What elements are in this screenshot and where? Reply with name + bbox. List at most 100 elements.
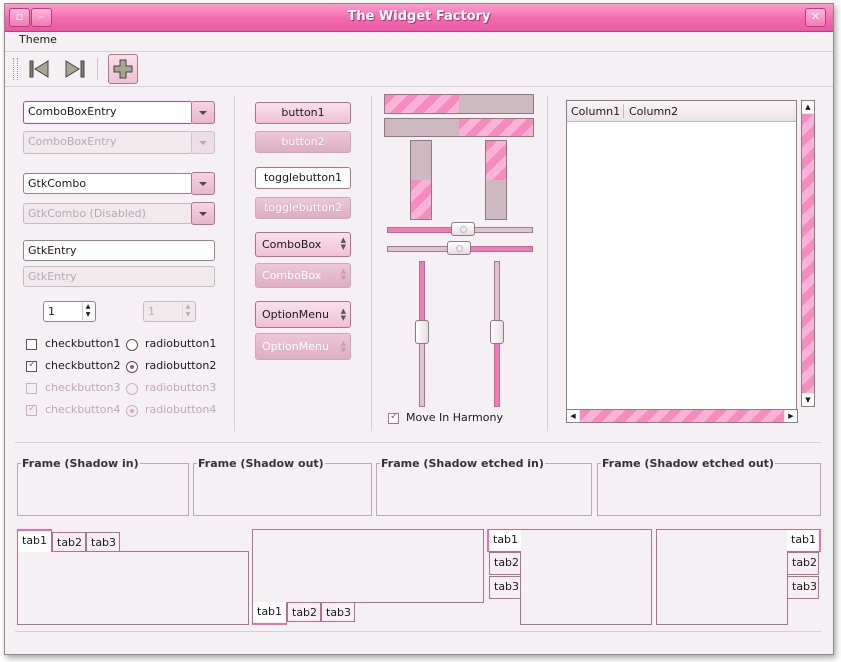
menu-theme[interactable]: Theme <box>19 33 57 46</box>
spin-down-icon: ▼ <box>185 311 191 318</box>
separator <box>15 442 821 443</box>
vscale-1-handle[interactable] <box>415 320 429 344</box>
combobox-entry[interactable]: ComboBoxEntry <box>23 101 193 124</box>
chevron-down-icon <box>199 110 207 115</box>
scroll-down-icon[interactable]: ▼ <box>802 394 814 406</box>
radiobutton3-circle <box>126 383 138 395</box>
optionmenu-disabled-label: OptionMenu <box>262 340 329 353</box>
checkbutton1-box[interactable] <box>26 339 37 350</box>
hscale-2-handle[interactable] <box>447 241 471 255</box>
column1-header[interactable]: Column1 <box>571 105 620 118</box>
notebook-bottom-tab3[interactable]: tab3 <box>321 602 355 622</box>
scroll-up-icon[interactable]: ▲ <box>802 101 814 113</box>
optionmenu-disabled: OptionMenu ▲ ▼ <box>255 333 351 360</box>
combobox-label: ComboBox <box>262 238 322 251</box>
radiobutton4-label: radiobutton4 <box>145 403 217 416</box>
notebook-top-tab3[interactable]: tab3 <box>86 532 120 552</box>
gtkcombo-disabled-entry: GtkCombo (Disabled) <box>23 203 193 224</box>
checkmark-icon: ✓ <box>390 411 399 422</box>
button1[interactable]: button1 <box>255 102 351 124</box>
gtkcombo-dropdown[interactable] <box>191 172 215 195</box>
notebook-left-tab2[interactable]: tab2 <box>489 552 521 575</box>
optionmenu-label: OptionMenu <box>262 308 329 321</box>
gtkcombo-disabled-dropdown <box>191 202 215 225</box>
column2-header[interactable]: Column2 <box>629 105 678 118</box>
optionmenu[interactable]: OptionMenu ▲ ▼ <box>255 301 351 328</box>
notebook-bottom-tab2[interactable]: tab2 <box>287 602 321 622</box>
spin-value-disabled: 1 <box>148 305 155 318</box>
notebook-bottom-page <box>252 529 484 603</box>
notebook-top-tab1[interactable]: tab1 <box>17 529 52 552</box>
column-divider <box>623 104 624 118</box>
notebook-right-tab1[interactable]: tab1 <box>787 529 821 552</box>
spin-up-icon: ▲ <box>85 303 91 310</box>
updown-icon: ▲ ▼ <box>340 307 346 322</box>
gtkcombo-entry[interactable]: GtkCombo <box>23 173 193 194</box>
radiobutton2-label: radiobutton2 <box>145 359 217 372</box>
updown-icon: ▲ ▼ <box>340 236 346 251</box>
radio-dot-icon <box>130 409 134 413</box>
notebook-bottom-tab1[interactable]: tab1 <box>252 602 287 625</box>
notebook-top-tab2[interactable]: tab2 <box>52 532 86 552</box>
combobox-disabled: ComboBox ▲ ▼ <box>255 263 351 288</box>
vscroll-thumb[interactable] <box>802 114 814 393</box>
notebook-right-tab2[interactable]: tab2 <box>787 552 819 575</box>
hscroll-thumb[interactable] <box>580 410 784 422</box>
close-icon: ✕ <box>810 10 821 23</box>
harmony-checkbox[interactable]: ✓ <box>388 411 399 424</box>
toolbar <box>5 52 833 87</box>
notebook-left-page <box>520 529 652 625</box>
tree-view[interactable]: Column1 Column2 <box>566 100 797 410</box>
notebook-left-tab1[interactable]: tab1 <box>487 529 521 552</box>
combobox[interactable]: ComboBox ▲ ▼ <box>255 232 351 257</box>
goto-first-icon <box>29 60 49 78</box>
close-button[interactable]: ✕ <box>805 8 826 27</box>
notebook-left-tab3[interactable]: tab3 <box>489 576 521 599</box>
window-title: The Widget Factory <box>347 9 491 24</box>
separator <box>15 631 821 632</box>
grip-icon <box>460 226 467 233</box>
toolbar-separator <box>97 58 98 80</box>
goto-last-button[interactable] <box>61 55 89 83</box>
horizontal-scrollbar[interactable]: ◀ ▶ <box>566 409 798 423</box>
toolbar-grip[interactable] <box>13 58 18 80</box>
scroll-left-icon[interactable]: ◀ <box>567 410 579 422</box>
main-window: ▫ – The Widget Factory ✕ Theme ComboBoxE… <box>4 3 834 655</box>
notebook-right-tab3[interactable]: tab3 <box>787 576 819 599</box>
combobox-entry-dropdown[interactable] <box>191 101 215 124</box>
radiobutton4-circle <box>126 405 138 417</box>
vscale-2-handle[interactable] <box>490 320 504 344</box>
radiobutton2-circle[interactable] <box>126 361 138 373</box>
title-bar[interactable]: ▫ – The Widget Factory ✕ <box>5 4 833 32</box>
progress-fill-2 <box>459 119 533 136</box>
progress-fill-vertical-1 <box>411 180 431 219</box>
spin-button-disabled: 1 ▲ ▼ <box>143 301 196 322</box>
checkmark-icon: ✓ <box>28 403 37 414</box>
add-button[interactable] <box>108 54 138 84</box>
separator <box>371 96 372 431</box>
frame-shadow-in-title: Frame (Shadow in) <box>21 457 140 470</box>
spin-arrows[interactable]: ▲ ▼ <box>82 303 93 320</box>
chevron-down-icon <box>199 211 207 216</box>
togglebutton1[interactable]: togglebutton1 <box>255 167 351 189</box>
spin-arrows-disabled: ▲ ▼ <box>182 303 193 320</box>
checkbutton1-label: checkbutton1 <box>45 337 121 350</box>
checkbutton2-box[interactable]: ✓ <box>26 359 37 372</box>
gtk-entry[interactable]: GtkEntry <box>23 240 215 261</box>
spin-value: 1 <box>48 305 55 318</box>
radiobutton1-circle[interactable] <box>126 339 138 351</box>
vertical-scrollbar[interactable]: ▲ ▼ <box>801 100 815 407</box>
frame-shadow-out-title: Frame (Shadow out) <box>197 457 325 470</box>
goto-first-button[interactable] <box>25 55 53 83</box>
combobox-entry-disabled: ComboBoxEntry <box>23 131 193 154</box>
spin-button[interactable]: 1 ▲ ▼ <box>43 301 96 322</box>
grip-icon <box>456 245 463 252</box>
frame-shadow-etched-in-title: Frame (Shadow etched in) <box>380 457 545 470</box>
progress-fill-vertical-2 <box>486 141 506 180</box>
frame-shadow-etched-out-title: Frame (Shadow etched out) <box>601 457 775 470</box>
scroll-right-icon[interactable]: ▶ <box>785 410 797 422</box>
hscale-1-handle[interactable] <box>451 222 475 236</box>
notebook-right-page <box>656 529 788 625</box>
frame-shadow-etched-in: Frame (Shadow etched in) <box>376 457 592 516</box>
frame-shadow-etched-out: Frame (Shadow etched out) <box>597 457 821 516</box>
